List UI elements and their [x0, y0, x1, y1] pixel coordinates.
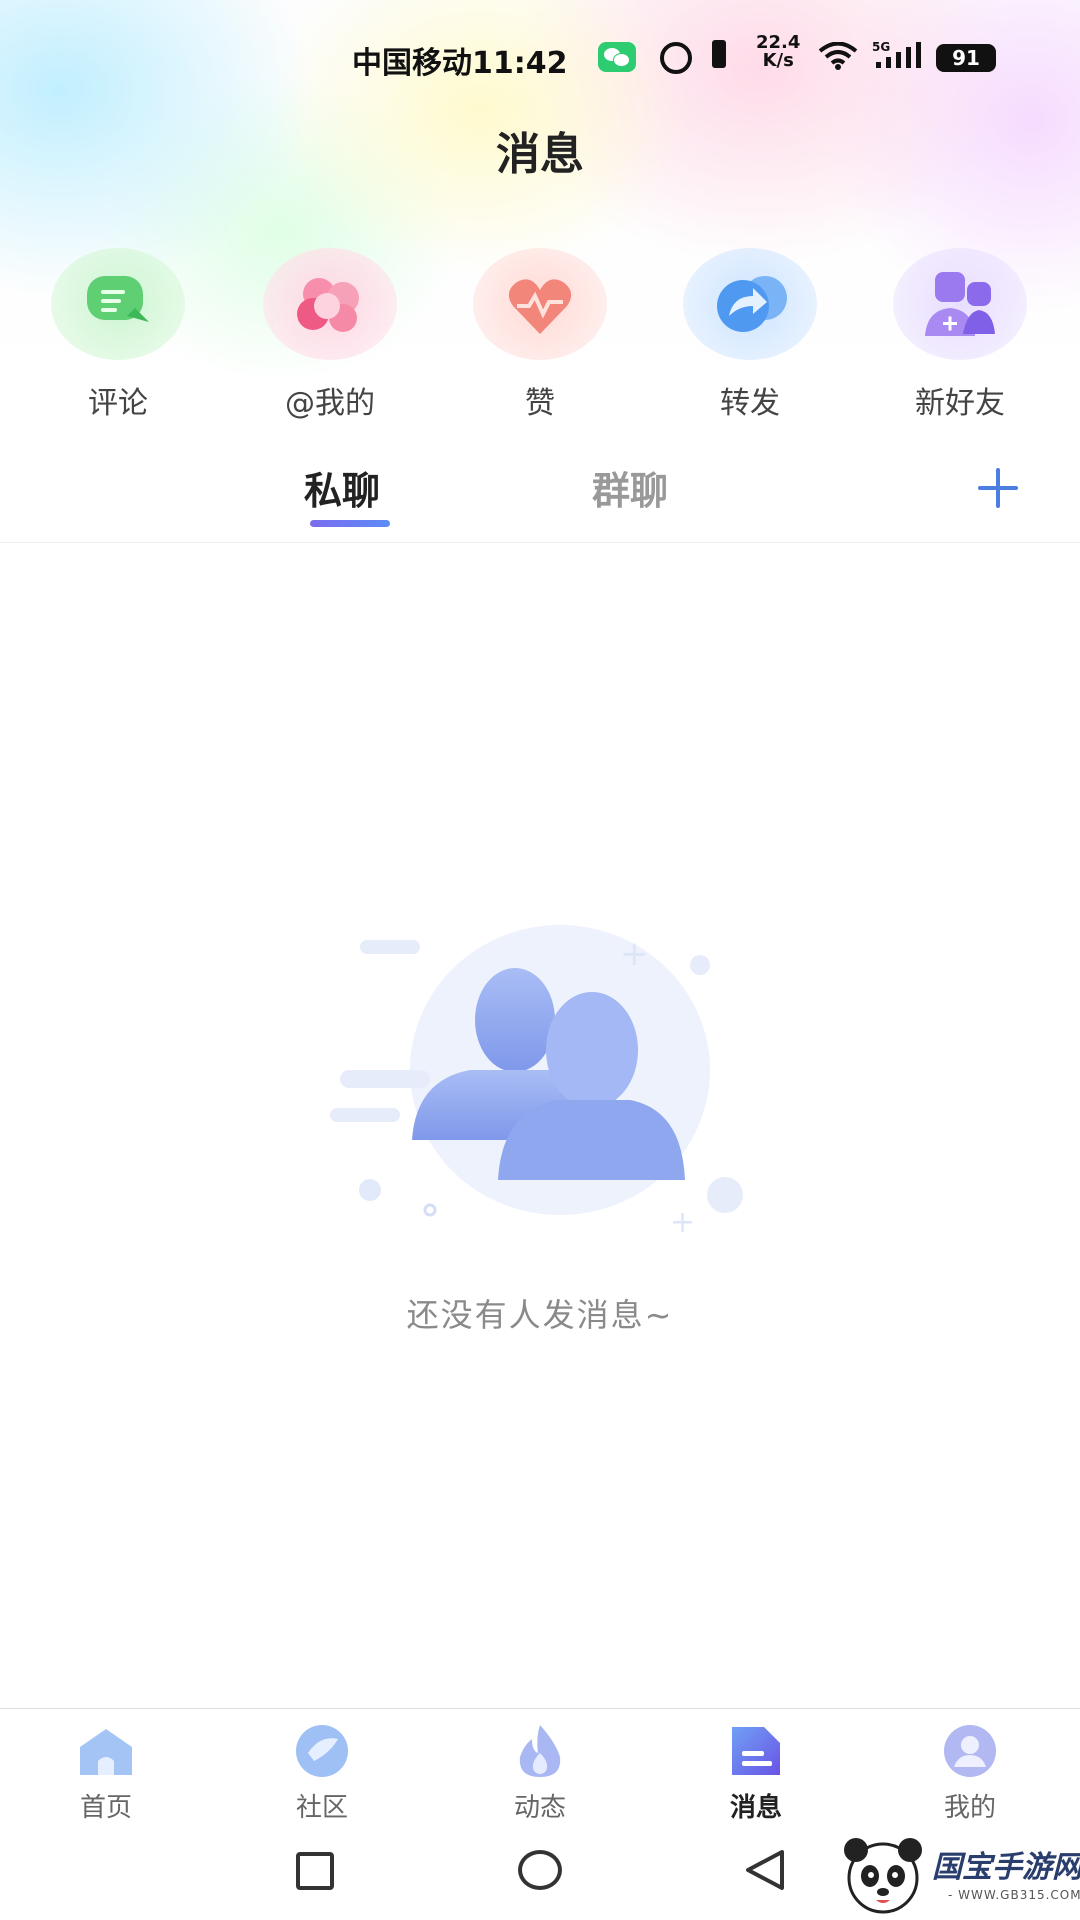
alarm-icon — [660, 42, 692, 74]
watermark-subtext: - WWW.GB315.COM - — [948, 1888, 1080, 1902]
net-speed: 22.4 K/s — [756, 34, 800, 70]
new-friend-icon — [893, 248, 1027, 360]
shortcut-new-friends[interactable]: 新好友 — [890, 248, 1030, 422]
nav-home[interactable]: 首页 — [46, 1723, 166, 1824]
vibrate-icon — [712, 40, 726, 68]
nav-community[interactable]: 社区 — [262, 1723, 382, 1824]
carrier-time: 中国移动11:42 — [352, 46, 568, 81]
watermark: 国宝手游网 - WWW.GB315.COM - — [830, 1830, 1080, 1920]
svg-text:+: + — [620, 934, 649, 974]
panda-logo-icon — [844, 1838, 922, 1914]
status-bar: 中国移动11:42 22.4 K/s 5G 91 — [0, 30, 1080, 86]
community-icon — [296, 1725, 348, 1777]
message-icon — [732, 1727, 780, 1775]
nav-feed[interactable]: 动态 — [480, 1723, 600, 1824]
shortcut-forwards[interactable]: 转发 — [680, 248, 820, 422]
svg-text:+: + — [670, 1205, 695, 1240]
nav-label: 消息 — [729, 1793, 782, 1823]
tab-indicator — [310, 520, 390, 527]
nav-label: 首页 — [79, 1793, 132, 1823]
flame-icon — [519, 1725, 561, 1777]
watermark-text: 国宝手游网 — [932, 1850, 1080, 1885]
shortcut-label: 新好友 — [915, 386, 1005, 421]
shortcut-likes[interactable]: 赞 — [470, 248, 610, 422]
shortcut-mentions[interactable]: @我的 — [260, 248, 400, 422]
nav-profile[interactable]: 我的 — [910, 1723, 1030, 1824]
bottom-nav: 首页 社区 动态 消息 我的 — [0, 1708, 1080, 1825]
heart-like-icon — [473, 248, 607, 360]
add-button[interactable] — [978, 468, 1018, 508]
comment-bubble-icon — [51, 248, 185, 360]
empty-state-text: 还没有人发消息~ — [406, 1296, 674, 1334]
empty-users-illustration: + + — [330, 925, 743, 1240]
signal-5g-icon: 5G — [872, 40, 921, 68]
share-forward-icon — [683, 248, 817, 360]
battery-icon: 91 — [936, 44, 996, 72]
net-speed-unit: K/s — [762, 50, 794, 71]
mention-icon — [263, 248, 397, 360]
shortcut-comments[interactable]: 评论 — [48, 248, 188, 422]
shortcut-label: 评论 — [88, 386, 148, 421]
nav-label: 社区 — [295, 1793, 348, 1823]
page-title: 消息 — [496, 129, 584, 180]
profile-icon — [944, 1725, 996, 1777]
wifi-icon — [818, 42, 858, 70]
nav-label: 我的 — [943, 1793, 996, 1823]
recent-apps-icon[interactable] — [296, 1852, 334, 1890]
tab-group-chat[interactable]: 群聊 — [592, 460, 668, 515]
home-icon — [80, 1729, 132, 1775]
tab-private-chat[interactable]: 私聊 — [304, 460, 380, 515]
nav-label: 动态 — [513, 1793, 566, 1823]
home-circle-icon[interactable] — [518, 1850, 562, 1890]
chat-tabs: 私聊 群聊 — [0, 450, 1080, 543]
svg-text:5G: 5G — [872, 40, 890, 54]
shortcut-label: 赞 — [525, 386, 555, 421]
shortcut-label: 转发 — [720, 386, 780, 421]
wechat-icon — [598, 42, 636, 72]
back-triangle-icon[interactable] — [744, 1848, 786, 1892]
nav-messages[interactable]: 消息 — [696, 1723, 816, 1824]
shortcut-label: @我的 — [285, 386, 375, 421]
